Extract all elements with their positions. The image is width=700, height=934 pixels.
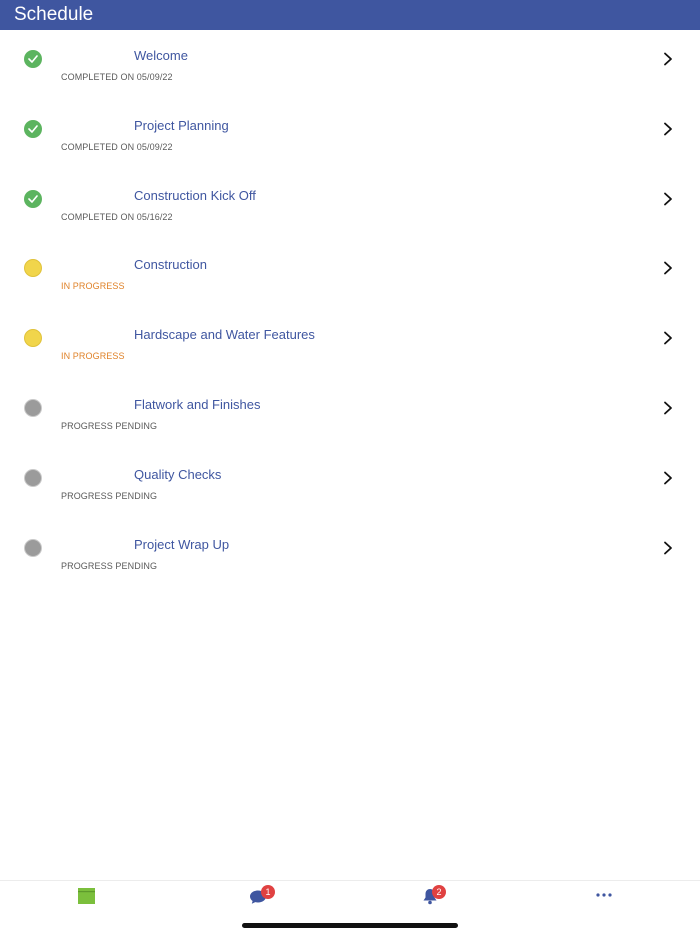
schedule-item-title: Construction <box>134 257 207 273</box>
schedule-item-status: IN PROGRESS <box>61 281 125 292</box>
header-bar: Schedule <box>0 0 700 30</box>
in-progress-icon <box>24 329 42 348</box>
schedule-item-hardscape[interactable]: Hardscape and Water Features IN PROGRESS <box>0 309 700 379</box>
chevron-right-icon <box>664 471 672 485</box>
tab-schedule[interactable] <box>0 881 175 915</box>
schedule-item-title: Flatwork and Finishes <box>134 396 261 412</box>
schedule-item-title: Welcome <box>134 48 188 63</box>
schedule-item-title: Project Wrap Up <box>134 536 230 552</box>
tab-messages[interactable]: 1 <box>175 881 350 915</box>
app-window: Schedule Welcome COMPLETED ON 05/09/22 P… <box>0 0 700 934</box>
tab-more[interactable] <box>525 881 700 915</box>
pending-icon <box>24 468 42 487</box>
schedule-item-title: Construction Kick Off <box>134 187 256 203</box>
schedule-item-project-wrap-up[interactable]: Project Wrap Up PROGRESS PENDING <box>0 519 700 589</box>
in-progress-icon <box>24 259 42 278</box>
schedule-item-status: COMPLETED ON 05/09/22 <box>61 141 173 152</box>
calendar-icon <box>78 888 95 904</box>
page-title: Schedule <box>14 4 94 25</box>
home-indicator <box>242 923 458 928</box>
completed-check-icon <box>24 189 42 208</box>
schedule-item-project-planning[interactable]: Project Planning COMPLETED ON 05/09/22 <box>0 100 700 170</box>
schedule-item-quality-checks[interactable]: Quality Checks PROGRESS PENDING <box>0 449 700 519</box>
schedule-item-welcome[interactable]: Welcome COMPLETED ON 05/09/22 <box>0 30 700 100</box>
schedule-item-construction[interactable]: Construction IN PROGRESS <box>0 239 700 309</box>
schedule-list: Welcome COMPLETED ON 05/09/22 Project Pl… <box>0 30 700 588</box>
schedule-item-title: Hardscape and Water Features <box>134 327 315 343</box>
schedule-item-status: COMPLETED ON 05/09/22 <box>61 72 173 82</box>
chevron-right-icon <box>664 52 672 66</box>
schedule-item-flatwork[interactable]: Flatwork and Finishes PROGRESS PENDING <box>0 379 700 449</box>
notifications-badge: 2 <box>432 885 446 899</box>
chevron-right-icon <box>664 541 672 554</box>
chevron-right-icon <box>664 261 672 275</box>
tab-notifications[interactable]: 2 <box>350 881 525 915</box>
schedule-item-status: PROGRESS PENDING <box>61 560 158 571</box>
completed-check-icon <box>24 50 42 68</box>
messages-badge: 1 <box>261 885 275 899</box>
schedule-item-status: PROGRESS PENDING <box>61 490 158 501</box>
chevron-right-icon <box>664 122 672 136</box>
schedule-item-title: Quality Checks <box>134 466 222 482</box>
chevron-right-icon <box>664 331 672 345</box>
schedule-item-title: Project Planning <box>134 117 229 133</box>
pending-icon <box>24 398 42 417</box>
schedule-item-status: IN PROGRESS <box>61 351 125 362</box>
chevron-right-icon <box>664 401 672 415</box>
more-icon <box>596 893 612 897</box>
chevron-right-icon <box>664 192 672 205</box>
completed-check-icon <box>24 119 42 138</box>
schedule-item-construction-kick-off[interactable]: Construction Kick Off COMPLETED ON 05/16… <box>0 170 700 240</box>
schedule-item-status: PROGRESS PENDING <box>61 420 158 431</box>
pending-icon <box>24 538 42 557</box>
schedule-item-status: COMPLETED ON 05/16/22 <box>61 211 173 222</box>
